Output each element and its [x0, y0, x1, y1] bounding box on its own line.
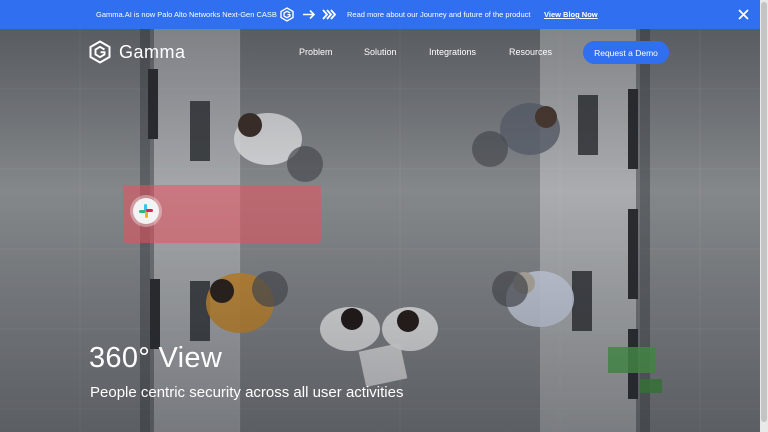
announcement-bar: Gamma.AI is now Palo Alto Networks Next-…	[0, 0, 760, 29]
logo-text: Gamma	[119, 41, 186, 62]
gamma-logo-icon	[89, 40, 111, 64]
gamma-logo-icon	[280, 7, 294, 22]
nav-resources[interactable]: Resources	[509, 47, 552, 57]
scrollbar-thumb[interactable]	[761, 2, 767, 422]
nav-integrations[interactable]: Integrations	[429, 47, 476, 57]
hero-subtitle: People centric security across all user …	[90, 384, 404, 401]
request-demo-button[interactable]: Request a Demo	[583, 41, 669, 64]
close-icon[interactable]	[737, 8, 750, 21]
view-blog-link[interactable]: View Blog Now	[544, 10, 598, 19]
nav-problem[interactable]: Problem	[299, 47, 333, 57]
nav-solution[interactable]: Solution	[364, 47, 397, 57]
arrow-right-icon	[303, 9, 316, 20]
hero-title: 360° View	[89, 342, 223, 374]
palo-alto-logo-icon	[322, 9, 336, 20]
gamma-logo[interactable]: Gamma	[89, 40, 186, 64]
page-scrollbar[interactable]	[760, 0, 768, 432]
announcement-message: Gamma.AI is now Palo Alto Networks Next-…	[96, 10, 277, 19]
announcement-read-more: Read more about our Journey and future o…	[347, 10, 531, 19]
slack-badge	[133, 198, 159, 224]
slack-logo-icon	[139, 204, 153, 218]
integration-card	[123, 185, 321, 243]
hero-section: Gamma Problem Solution Integrations Reso…	[0, 29, 760, 432]
